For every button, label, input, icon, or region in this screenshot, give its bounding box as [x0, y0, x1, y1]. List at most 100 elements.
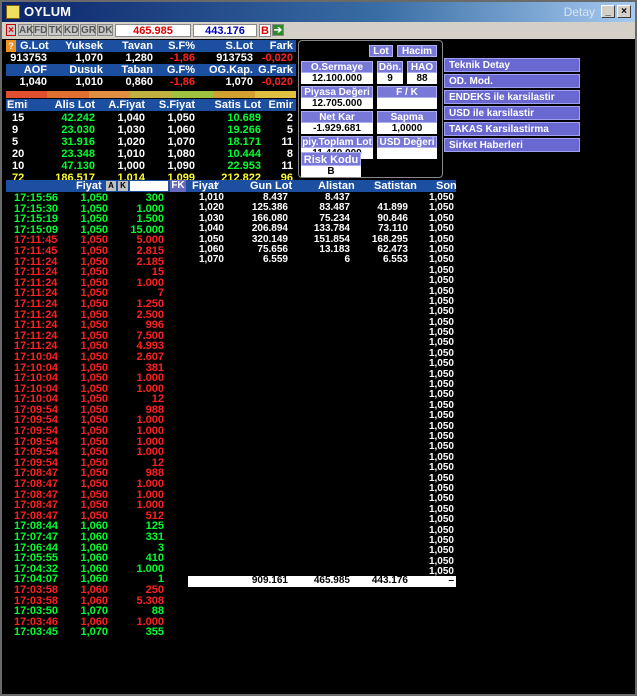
- trades-h-fiyat: Fiyat: [76, 180, 102, 192]
- son-value: 1,050: [428, 223, 454, 235]
- hao-label: HAO: [407, 61, 437, 73]
- menu-usd[interactable]: USD ile karsilastir: [444, 106, 580, 120]
- summary-r2-2: 0,860: [125, 76, 153, 88]
- piyasa-degeri-label: Piyasa Değeri: [301, 86, 373, 98]
- son-value: 1,050: [428, 514, 454, 526]
- depth-cell: 1,080: [167, 148, 195, 160]
- trade-price: 1,070: [80, 626, 108, 639]
- trade-time: 17:03:45: [14, 626, 59, 639]
- trade-lot: 250: [145, 583, 164, 596]
- summary-h2-1: Dusuk: [50, 64, 106, 76]
- usd-degeri-value: [377, 148, 437, 159]
- window-title: OYLUM: [24, 4, 71, 19]
- dist-total-gunlot: 909.161: [251, 575, 288, 586]
- menu-teknik-detay[interactable]: Teknik Detay: [444, 58, 580, 72]
- risk-kodu-label: Risk Kodu: [301, 152, 361, 166]
- trade-row: 17:03:58 1,060 250: [6, 585, 188, 596]
- b-indicator: B: [259, 24, 271, 37]
- sapma-value: 1,0000: [377, 123, 437, 134]
- summary-r2-3: -1,86: [169, 76, 195, 88]
- son-value: 1,050: [428, 275, 454, 287]
- summary-r2-5: -0,020: [261, 76, 293, 88]
- trade-price: 1,050: [80, 297, 108, 310]
- trades-fk-button[interactable]: FK: [170, 180, 186, 192]
- trade-lot: 1.250: [136, 297, 164, 310]
- depth-cell: 1,000: [117, 160, 145, 172]
- trades-a-button[interactable]: A: [106, 181, 116, 191]
- menu-takas[interactable]: TAKAS Karsilastirma: [444, 122, 580, 136]
- trades-header: Fiyat A K FK: [6, 180, 188, 192]
- gr-button[interactable]: GR: [80, 24, 96, 36]
- trade-lot: 300: [145, 192, 164, 204]
- fd-button[interactable]: FD: [33, 24, 47, 36]
- hao-value: 88: [407, 73, 437, 84]
- trades-list: 17:15:56 1,050 300 17:15:30 1,050 1.000 17:15:…: [6, 193, 188, 638]
- hacim-button[interactable]: Hacim: [397, 45, 437, 57]
- summary-h2-2: Taban: [106, 64, 156, 76]
- trade-lot: 2.815: [136, 244, 164, 257]
- fk-label: F / K: [377, 86, 437, 98]
- trade-time: 17:11:24: [14, 297, 58, 310]
- depth-cell: 1,020: [117, 136, 145, 148]
- tk-button[interactable]: TK: [48, 24, 62, 36]
- depth-rows: 15 42.242 1,040 1,050 10.689 2 9 23.030 1,030 1,0…: [6, 112, 296, 184]
- dist-alistan: 6: [344, 254, 350, 266]
- dist-h-alistan: Alistan: [318, 180, 355, 192]
- title-bar[interactable]: OYLUM Detay _ ×: [2, 2, 635, 22]
- menu-sirket-haberleri[interactable]: Sirket Haberleri: [444, 138, 580, 152]
- summary-r2-4: 1,070: [225, 76, 253, 88]
- ak-button[interactable]: AK: [18, 24, 33, 36]
- sort-icon[interactable]: ⁄: [216, 180, 218, 192]
- question-icon[interactable]: ?: [6, 40, 16, 52]
- depth-cell: 1,030: [117, 124, 145, 136]
- depth-cell: 1,010: [117, 148, 145, 160]
- trade-lot: 331: [145, 531, 164, 543]
- depth-cell: 18.171: [227, 136, 261, 148]
- depth-cell: 2: [286, 112, 293, 124]
- dk-button[interactable]: DK: [97, 24, 113, 36]
- trades-filter-input[interactable]: [130, 181, 168, 191]
- dist-h-gunlot: Gun Lot: [250, 180, 293, 192]
- depth-cell: 9: [12, 124, 19, 136]
- fk-value: [377, 98, 437, 109]
- toolbar: × AK FD TK KD GR DK 465.985 443.176 B ➔: [2, 22, 635, 39]
- depth-cell: 47.130: [61, 160, 95, 172]
- depth-h-5: Emir: [264, 99, 296, 111]
- trades-k-button[interactable]: K: [118, 181, 128, 191]
- sapma-label: Sapma: [377, 111, 437, 123]
- depth-cell: 23.348: [61, 148, 95, 160]
- risk-kodu-value: B: [301, 166, 361, 177]
- alis-total-value: 465.985: [115, 24, 191, 37]
- summary-h1-4: S.Lot: [198, 40, 256, 52]
- depth-cell: 5: [286, 124, 293, 136]
- dist-alistan: 13.183: [319, 243, 350, 255]
- lot-button[interactable]: Lot: [369, 45, 393, 57]
- trade-price: 1,060: [80, 583, 108, 596]
- depth-cell: 15: [12, 112, 25, 124]
- summary-h2-3: G.F%: [156, 64, 198, 76]
- close-symbol-icon[interactable]: ×: [6, 24, 16, 36]
- info-panel: Lot Hacim O.Sermaye 12.100.000 Dön. 9 HA…: [298, 40, 443, 178]
- menu-od-mod[interactable]: OD. Mod.: [444, 74, 580, 88]
- depth-table: Emir Alis Lot A.Fiyat S.Fiyat Satis Lot …: [6, 99, 296, 111]
- dist-list: 1,010 8.437 8.437 1,020 125.386 83.487 41.899 1…: [188, 192, 416, 266]
- close-icon[interactable]: ×: [617, 5, 631, 18]
- net-kar-label: Net Kar: [301, 111, 373, 123]
- trade-price: 1,050: [80, 192, 108, 204]
- minimize-icon[interactable]: _: [601, 5, 615, 18]
- dist-satistan: 6.553: [382, 254, 408, 266]
- menu-endeks[interactable]: ENDEKS ile karsilastir: [444, 90, 580, 104]
- dist-total-satistan: 443.176: [371, 575, 408, 586]
- trade-lot: 355: [145, 626, 164, 639]
- depth-h-3: S.Fiyat: [148, 99, 198, 111]
- dist-total-0: [188, 576, 226, 587]
- depth-cell: 11: [281, 160, 293, 172]
- son-list: 1,050 1,050 1,050 1,050 1,050 1,050 1,050 1,050…: [416, 192, 456, 588]
- main-window: OYLUM Detay _ × × AK FD TK KD GR DK 465.…: [0, 0, 637, 696]
- dist-price: 1,070: [198, 254, 224, 266]
- depth-cell: 11: [281, 136, 293, 148]
- kd-button[interactable]: KD: [63, 24, 79, 36]
- summary-r1-2: 1,280: [125, 52, 153, 64]
- piy-toplam-lot-label: piy.Toplam Lot: [301, 136, 373, 148]
- arrow-right-icon[interactable]: ➔: [272, 24, 284, 36]
